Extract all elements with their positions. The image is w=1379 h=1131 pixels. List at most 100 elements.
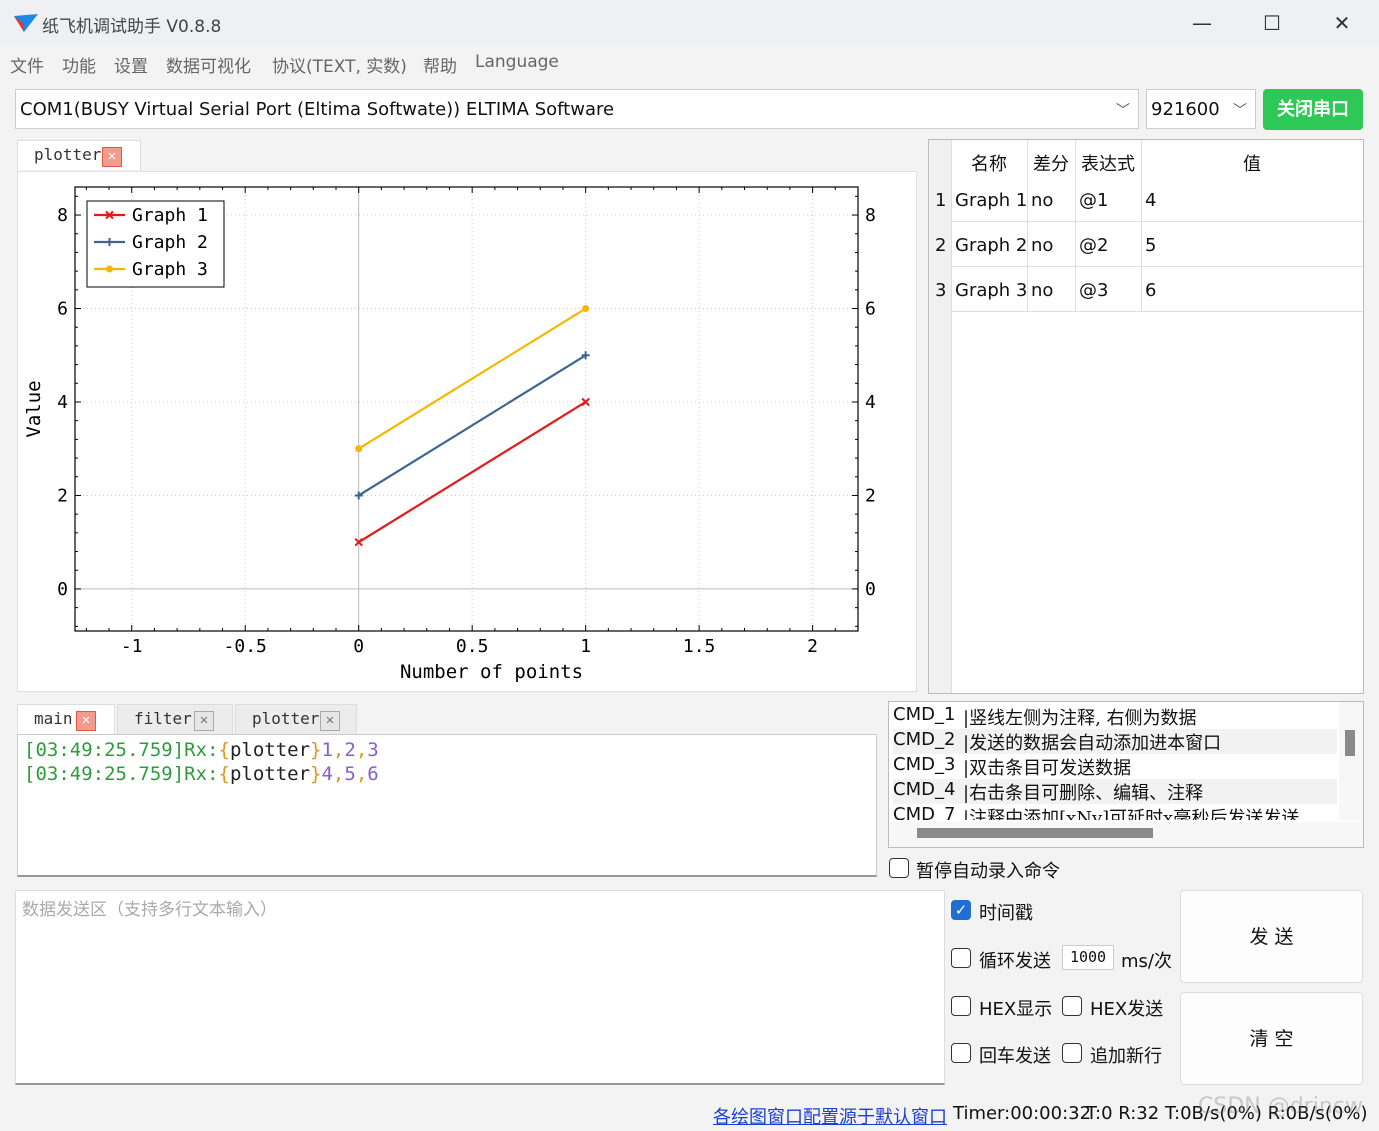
log-value: 1 xyxy=(321,739,333,761)
port-select[interactable]: COM1(BUSY Virtual Serial Port (Eltima So… xyxy=(15,89,1139,129)
close-window-button[interactable]: ✕ xyxy=(1319,8,1365,38)
menu-language[interactable]: Language xyxy=(475,52,559,72)
table-cell-name[interactable]: Graph 1 xyxy=(955,190,1027,211)
scrollbar-thumb[interactable] xyxy=(917,828,1153,838)
log-timestamp: [03:49:25.759] xyxy=(24,763,185,785)
series-line xyxy=(358,354,587,497)
menu-protocol[interactable]: 协议(TEXT, 实数) xyxy=(272,52,407,77)
tab-filter[interactable]: filter ✕ xyxy=(117,704,233,734)
command-name: CMD_3 xyxy=(893,754,956,775)
close-tab-icon[interactable]: ✕ xyxy=(102,147,122,167)
command-name: CMD_2 xyxy=(893,729,956,750)
config-source-link[interactable]: 各绘图窗口配置源于默认窗口 xyxy=(713,1103,947,1129)
close-tab-icon[interactable]: ✕ xyxy=(194,711,214,731)
loop-send-checkbox[interactable] xyxy=(951,948,971,968)
x-axis-label: Number of points xyxy=(400,661,583,683)
timestamp-label: 时间戳 xyxy=(979,903,1033,924)
table-cell-diff[interactable]: no xyxy=(1031,235,1053,256)
close-port-button[interactable]: 关闭串口 xyxy=(1263,89,1363,130)
command-list[interactable]: CMD_1 |竖线左侧为注释, 右侧为数据 CMD_2 |发送的数据会自动添加进… xyxy=(888,701,1364,848)
row-index: 1 xyxy=(935,190,947,211)
table-cell-expr[interactable]: @2 xyxy=(1079,235,1108,256)
append-newline-checkbox[interactable] xyxy=(1062,1043,1082,1063)
chevron-down-icon: ﹀ xyxy=(1233,103,1247,119)
pause-record-checkbox[interactable] xyxy=(889,858,909,878)
maximize-button[interactable]: ☐ xyxy=(1249,8,1295,38)
y-tick-label: 8 xyxy=(57,205,68,226)
header-name[interactable]: 名称 xyxy=(971,150,1007,176)
menu-help[interactable]: 帮助 xyxy=(423,52,457,77)
data-point xyxy=(582,305,590,313)
line-chart: -1 -0.5 0 0.5 1 1.5 2 0 0 2 2 4 4 6 6 8 8 Number of point… xyxy=(23,186,876,683)
send-placeholder: 数据发送区（支持多行文本输入） xyxy=(22,900,277,920)
cr-send-checkbox[interactable] xyxy=(951,1043,971,1063)
plot-panel[interactable]: -1 -0.5 0 0.5 1 1.5 2 0 0 2 2 4 4 6 6 8 8 Number of point… xyxy=(17,171,917,692)
hex-display-label: HEX显示 xyxy=(979,999,1053,1020)
table-cell-expr[interactable]: @3 xyxy=(1079,280,1108,301)
log-rx: Rx: xyxy=(184,739,219,761)
interval-unit: ms/次 xyxy=(1121,951,1172,972)
y-tick-label-right: 4 xyxy=(865,392,876,413)
y-tick-label: 4 xyxy=(57,392,68,413)
x-tick-label: 2 xyxy=(807,636,818,657)
command-item[interactable]: CMD_4 |右击条目可删除、编辑、注释 xyxy=(893,779,1337,804)
send-textarea[interactable]: 数据发送区（支持多行文本输入） xyxy=(15,890,945,1085)
log-tag: plotter xyxy=(229,763,311,785)
append-newline-label: 追加新行 xyxy=(1090,1046,1162,1067)
command-name: CMD_1 xyxy=(893,704,956,725)
hex-send-checkbox[interactable] xyxy=(1062,996,1082,1016)
x-tick-label: 1 xyxy=(580,636,591,657)
table-cell-name[interactable]: Graph 2 xyxy=(955,235,1027,256)
hex-send-label: HEX发送 xyxy=(1090,999,1164,1020)
log-brace: { xyxy=(218,739,230,761)
data-point xyxy=(106,265,113,273)
table-cell-expr[interactable]: @1 xyxy=(1079,190,1108,211)
minimize-button[interactable]: — xyxy=(1179,8,1225,38)
paper-plane-icon xyxy=(14,14,38,32)
log-line: [03:49:25.759]Rx:{plotter}4,5,6 xyxy=(24,763,379,785)
command-item[interactable]: CMD_2 |发送的数据会自动添加进本窗口 xyxy=(893,729,1337,754)
vertical-scrollbar[interactable] xyxy=(1339,702,1363,820)
cr-send-label: 回车发送 xyxy=(979,1046,1051,1067)
command-item[interactable]: CMD_1 |竖线左侧为注释, 右侧为数据 xyxy=(893,704,1337,729)
menu-function[interactable]: 功能 xyxy=(62,52,96,77)
close-tab-icon[interactable]: ✕ xyxy=(76,711,96,731)
timestamp-checkbox[interactable]: ✓ xyxy=(951,900,971,920)
y-tick-label-right: 0 xyxy=(865,579,876,600)
tab-main[interactable]: main ✕ xyxy=(17,704,115,734)
table-cell-diff[interactable]: no xyxy=(1031,190,1053,211)
menu-visualization[interactable]: 数据可视化 xyxy=(166,52,251,77)
tab-plotter-top[interactable]: plotter ✕ xyxy=(17,140,141,170)
interval-input[interactable]: 1000 xyxy=(1062,945,1114,970)
log-value: 6 xyxy=(367,763,379,785)
header-expr[interactable]: 表达式 xyxy=(1081,150,1135,176)
log-value: 2 xyxy=(344,739,356,761)
status-bar: 各绘图窗口配置源于默认窗口 Timer:00:00:32 T:0 R:32 T:… xyxy=(0,1094,1379,1131)
command-item[interactable]: CMD_3 |双击条目可发送数据 xyxy=(893,754,1337,779)
tab-plotter[interactable]: plotter ✕ xyxy=(235,704,357,734)
scrollbar-thumb[interactable] xyxy=(1345,730,1355,756)
data-point xyxy=(355,445,363,453)
row-header-filler xyxy=(929,312,951,693)
hex-display-checkbox[interactable] xyxy=(951,996,971,1016)
x-tick-label: -1 xyxy=(121,636,143,657)
legend-label: Graph 1 xyxy=(132,205,208,226)
send-button[interactable]: 发 送 xyxy=(1180,890,1363,983)
y-axis-label: Value xyxy=(23,380,45,437)
menu-settings[interactable]: 设置 xyxy=(114,52,148,77)
header-value[interactable]: 值 xyxy=(1243,150,1261,176)
baud-select[interactable]: 921600 ﹀ xyxy=(1146,89,1256,129)
horizontal-scrollbar[interactable] xyxy=(889,822,1363,847)
clear-button[interactable]: 清 空 xyxy=(1180,992,1363,1085)
command-item[interactable]: CMD_7 |注释中添加[xNy]可延时x毫秒后发送发送 xyxy=(893,804,1337,820)
receive-log[interactable]: [03:49:25.759]Rx:{plotter}1,2,3 [03:49:2… xyxy=(17,734,877,877)
x-tick-label: 0 xyxy=(353,636,364,657)
table-cell-diff[interactable]: no xyxy=(1031,280,1053,301)
table-cell-value: 5 xyxy=(1145,235,1157,256)
table-cell-name[interactable]: Graph 3 xyxy=(955,280,1027,301)
header-diff[interactable]: 差分 xyxy=(1033,150,1069,176)
log-tag: plotter xyxy=(229,739,311,761)
menu-file[interactable]: 文件 xyxy=(10,52,44,77)
close-tab-icon[interactable]: ✕ xyxy=(320,711,340,731)
x-tick-label: -0.5 xyxy=(224,636,267,657)
